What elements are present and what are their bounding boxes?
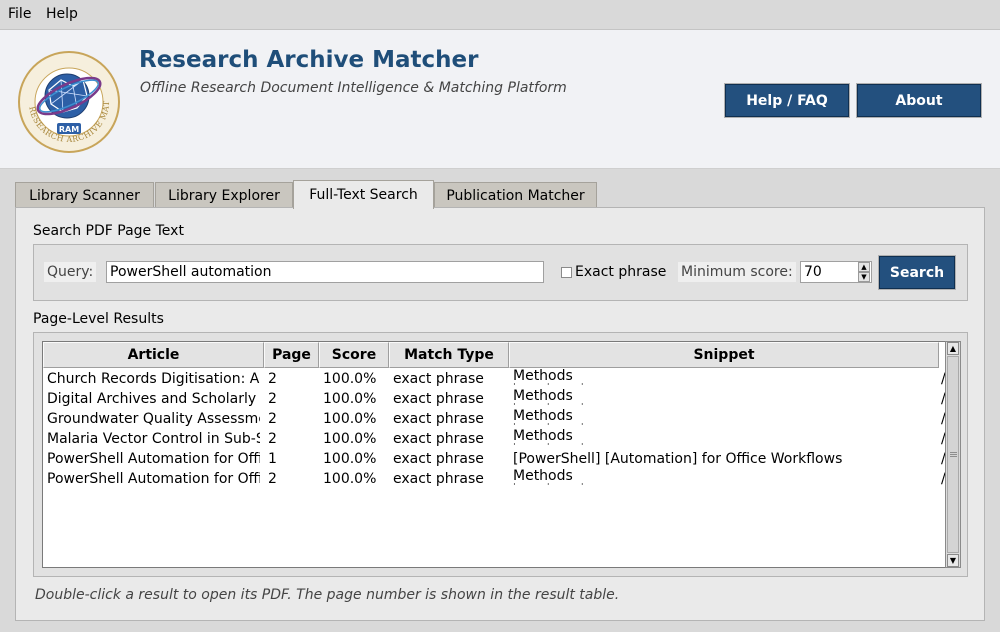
min-score-label: Minimum score: (678, 262, 796, 282)
cell-match-type: exact phrase (393, 451, 484, 467)
query-label: Query: (44, 262, 97, 282)
snippet-overflow-line: ' ' ' ' ' ' ' ' ' ' ' ' ' ' ' (513, 382, 913, 385)
tab-library-explorer[interactable]: Library Explorer (155, 182, 293, 208)
cell-article: Church Records Digitisation: A (47, 371, 260, 387)
cell-score: 100.0% (323, 451, 377, 467)
col-header-article[interactable]: Article (43, 342, 264, 368)
snippet-overflow-line: ' ' ' ' ' ' ' ' ' ' ' ' ' ' ' (513, 422, 913, 425)
cell-page: 2 (268, 471, 277, 487)
results-table[interactable]: Article Page Score Match Type Snippet Ch… (42, 341, 947, 568)
tab-library-scanner[interactable]: Library Scanner (15, 182, 154, 208)
cell-match-type: exact phrase (393, 431, 484, 447)
cell-score: 100.0% (323, 391, 377, 407)
results-section-title: Page-Level Results (33, 311, 164, 327)
min-score-spin-arrows[interactable]: ▲ ▼ (858, 262, 870, 282)
cell-match-type: exact phrase (393, 391, 484, 407)
menu-file[interactable]: File (8, 6, 31, 22)
scrollbar-thumb[interactable] (947, 356, 959, 553)
results-groupbox: Article Page Score Match Type Snippet Ch… (33, 332, 968, 577)
search-section-title: Search PDF Page Text (33, 223, 184, 239)
app-subtitle: Offline Research Document Intelligence &… (140, 80, 567, 96)
cell-page: 2 (268, 391, 277, 407)
table-row[interactable]: PowerShell Automation for Offi 2 100.0% … (43, 468, 946, 489)
search-button[interactable]: Search (878, 255, 956, 290)
results-vertical-scrollbar[interactable]: ▲ ▼ (945, 341, 961, 568)
tab-publication-matcher[interactable]: Publication Matcher (434, 182, 597, 208)
cell-article: PowerShell Automation for Offi (47, 451, 260, 467)
col-header-page[interactable]: Page (264, 342, 319, 368)
col-header-snippet[interactable]: Snippet (509, 342, 939, 368)
tab-full-text-search[interactable]: Full-Text Search (293, 180, 434, 209)
cell-match-type: exact phrase (393, 471, 484, 487)
cell-page: 2 (268, 431, 277, 447)
cell-page: 1 (268, 451, 277, 467)
menu-help[interactable]: Help (46, 6, 78, 22)
logo-label: RAM (59, 125, 79, 134)
help-faq-button[interactable]: Help / FAQ (724, 83, 850, 118)
cell-score: 100.0% (323, 431, 377, 447)
snippet-overflow-line: ' ' ' ' ' ' ' ' ' ' ' ' ' ' ' (513, 402, 913, 405)
full-text-search-panel: Search PDF Page Text Query: PowerShell a… (15, 207, 985, 621)
cell-score: 100.0% (323, 371, 377, 387)
exact-phrase-label: Exact phrase (575, 264, 667, 280)
spin-up-icon[interactable]: ▲ (858, 262, 870, 272)
exact-phrase-checkbox[interactable] (561, 267, 572, 278)
app-logo: RAM RESEARCH ARCHIVE MATCHER (13, 43, 121, 154)
cell-score: 100.0% (323, 411, 377, 427)
app-header: RAM RESEARCH ARCHIVE MATCHER Research Ar… (0, 30, 1000, 169)
cell-article: Groundwater Quality Assessme (47, 411, 260, 427)
cell-article: Digital Archives and Scholarly (47, 391, 257, 407)
scroll-up-arrow-icon[interactable]: ▲ (947, 342, 959, 355)
grip-line (950, 452, 957, 453)
cell-match-type: exact phrase (393, 371, 484, 387)
cell-page: 2 (268, 371, 277, 387)
cell-page: 2 (268, 411, 277, 427)
grip-line (950, 456, 957, 457)
snippet-overflow-line: ' ' ' ' ' ' ' ' ' ' ' ' ' ' ' (513, 442, 913, 445)
about-button[interactable]: About (856, 83, 982, 118)
col-header-score[interactable]: Score (319, 342, 389, 368)
grip-line (950, 454, 957, 455)
menubar: File Help (0, 0, 1000, 30)
spin-down-icon[interactable]: ▼ (858, 272, 870, 282)
query-input[interactable]: PowerShell automation (106, 261, 544, 283)
cell-article: PowerShell Automation for Offi (47, 471, 260, 487)
globe-logo-icon: RAM RESEARCH ARCHIVE MATCHER (13, 43, 120, 153)
scroll-down-arrow-icon[interactable]: ▼ (947, 554, 959, 567)
app-title: Research Archive Matcher (139, 47, 479, 73)
snippet-overflow-line: ' ' ' ' ' ' ' ' ' ' ' ' ' ' ' (513, 482, 913, 485)
cell-score: 100.0% (323, 471, 377, 487)
search-groupbox: Query: PowerShell automation Exact phras… (33, 244, 968, 301)
footer-hint: Double-click a result to open its PDF. T… (35, 587, 620, 603)
cell-article: Malaria Vector Control in Sub-S (47, 431, 260, 447)
cell-match-type: exact phrase (393, 411, 484, 427)
col-header-match-type[interactable]: Match Type (389, 342, 509, 368)
table-row[interactable]: Malaria Vector Control in Sub-S 2 100.0%… (43, 428, 946, 449)
